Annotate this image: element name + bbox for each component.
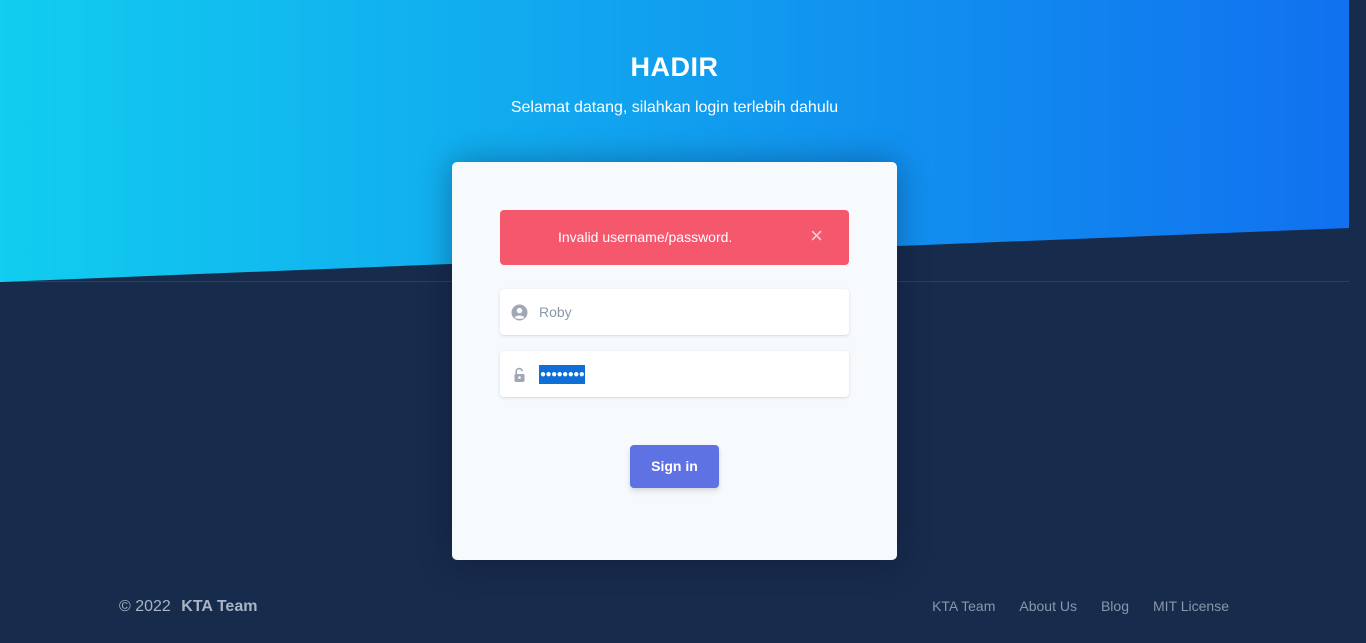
- copyright-team-link[interactable]: KTA Team: [181, 598, 257, 615]
- sign-in-button[interactable]: Sign in: [630, 445, 719, 488]
- footer-link-about-us[interactable]: About Us: [1019, 598, 1077, 614]
- username-input[interactable]: Roby: [539, 304, 572, 320]
- lock-open-icon: [511, 366, 528, 383]
- footer-copyright: © 2022 KTA Team: [119, 598, 257, 616]
- page-subtitle: Selamat datang, silahkan login terlebih …: [510, 99, 839, 116]
- footer-link-kta-team[interactable]: KTA Team: [932, 598, 995, 614]
- footer-link-mit-license[interactable]: MIT License: [1153, 598, 1229, 614]
- close-icon[interactable]: ×: [810, 225, 823, 247]
- footer-links: KTA Team About Us Blog MIT License: [932, 598, 1229, 614]
- username-field[interactable]: Roby: [500, 289, 849, 335]
- password-field[interactable]: ●●●●●●●●: [500, 351, 849, 397]
- login-card: Invalid username/password. × Roby ●●●●●●…: [452, 162, 897, 560]
- user-circle-icon: [511, 304, 528, 321]
- page-title: HADIR: [630, 52, 719, 82]
- footer-link-blog[interactable]: Blog: [1101, 598, 1129, 614]
- copyright-year: © 2022: [119, 598, 171, 615]
- password-input[interactable]: ●●●●●●●●: [539, 365, 586, 384]
- error-alert: Invalid username/password. ×: [500, 210, 849, 265]
- alert-message: Invalid username/password.: [558, 229, 733, 245]
